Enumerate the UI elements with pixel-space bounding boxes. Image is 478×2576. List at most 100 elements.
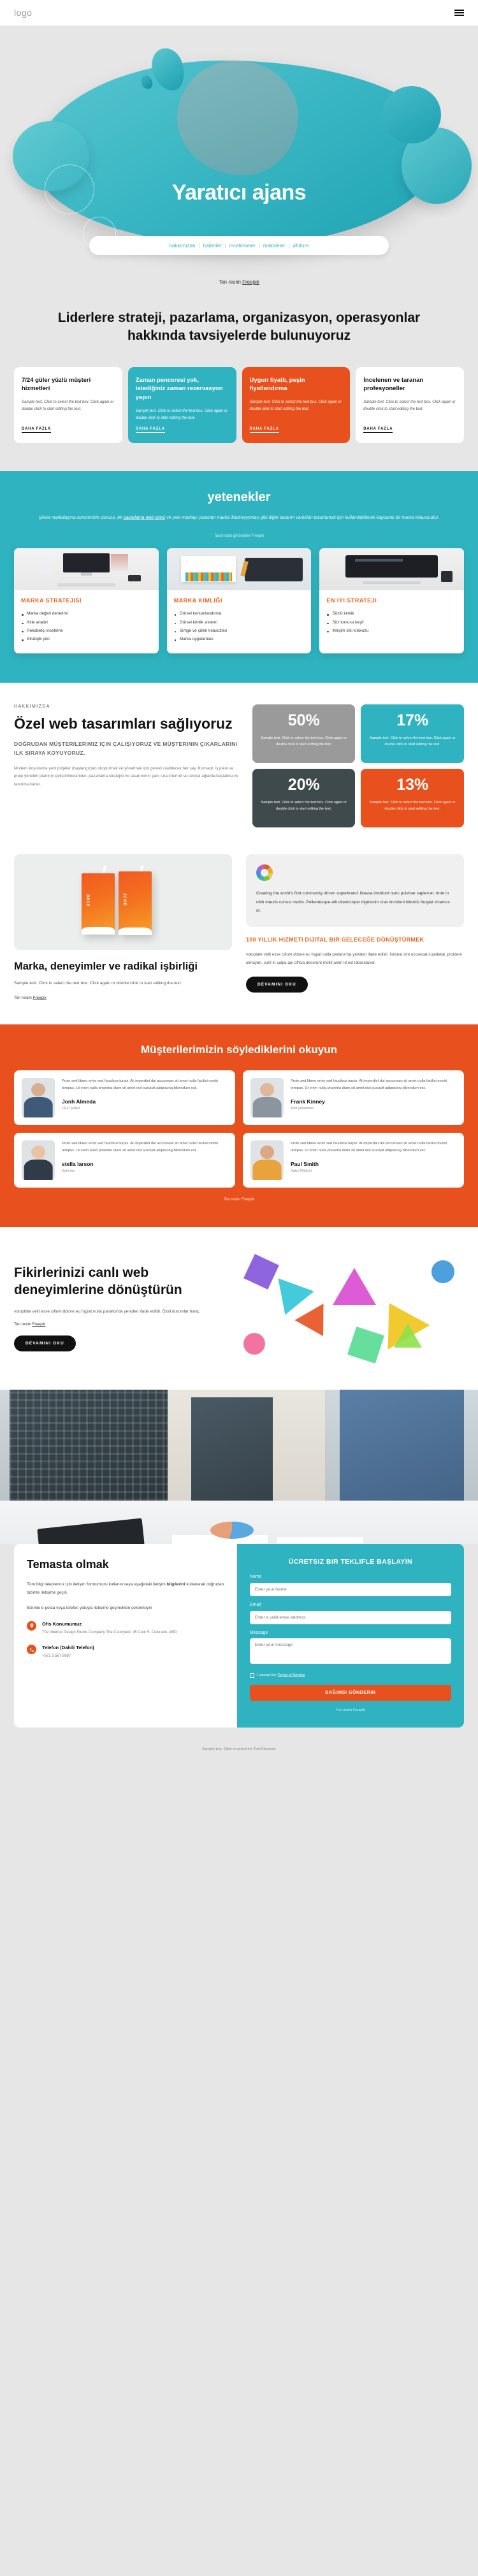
stat-text: Sample text. Click to select the text bo…	[261, 800, 347, 811]
ideas-read-more-button[interactable]: DEVAMINI OKU	[14, 1335, 76, 1351]
feature-card[interactable]: Zaman penceresi yok, istediğiniz zaman r…	[127, 367, 236, 444]
testimonial-name: Frank Kinney	[291, 1098, 325, 1105]
consent-text: I accept the Terms of Service	[257, 1673, 305, 1677]
brand-left-column: JUICE JUICE Marka, deneyimler ve radikal…	[14, 854, 232, 1000]
testimonial-card[interactable]: Proin sed libero enim sed faucibus turpi…	[14, 1132, 235, 1188]
bullet-item: Stratejik yön	[21, 635, 152, 643]
quote-form-panel: ÜCRETSIZ BIR TEKLIFLE BAŞLAYIN Name Emai…	[236, 1543, 464, 1728]
juice-pack: JUICE	[82, 873, 115, 935]
feature-card-more-link[interactable]: DAHA FAZLA	[249, 427, 279, 433]
office-location-block: Ofis Konumumuz The Internet Design Studi…	[27, 1620, 224, 1636]
feature-card-more-link[interactable]: DAHA FAZLA	[22, 427, 52, 433]
bullet-item: Söz konusu keşif	[326, 618, 457, 627]
skill-card-image	[14, 548, 159, 591]
credit-link[interactable]: Freepik	[33, 996, 46, 1000]
name-input[interactable]	[249, 1582, 451, 1596]
testimonial-quote: Proin sed libero enim sed faucibus turpi…	[291, 1141, 447, 1153]
nav-separator: |	[258, 242, 260, 249]
feature-card-more-link[interactable]: DAHA FAZLA	[363, 427, 393, 433]
hero-nav-hakkimizda[interactable]: hakkımızda	[169, 243, 195, 249]
testimonial-role: Satıcılar	[62, 1168, 75, 1173]
bullet-item: Görsel kimlik sistemi	[174, 618, 305, 627]
blob-right-small	[382, 86, 441, 143]
skills-description: Şirket markalaşma sürecimizin sonucu, bi…	[0, 514, 478, 523]
feature-card-title: Uygun fiyatlı, peşin fiyatlandırma	[249, 376, 305, 393]
brand-sample-text: Sample text. Click to select the text bo…	[14, 981, 182, 986]
brand-section: JUICE JUICE Marka, deneyimler ve radikal…	[0, 850, 478, 1024]
feature-card[interactable]: Uygun fiyatlı, peşin fiyatlandırma Sampl…	[242, 367, 351, 444]
ideas-section: Fikirlerinizi canlı web deneyimlerine dö…	[0, 1226, 478, 1390]
about-text-column: HAKKIMIZDA Özel web tasarımları sağlıyor…	[14, 704, 238, 827]
credit-prefix: Ten resim	[14, 1321, 33, 1327]
hero-section: Yaratıcı ajans hakkımızda | haberler | i…	[0, 25, 478, 274]
terms-link[interactable]: Terms of Service	[277, 1673, 305, 1677]
skills-desc-after: ve yeni markayı yansıtan marka illüstras…	[165, 516, 440, 521]
contact-p1-link[interactable]: bilgilerini	[167, 1582, 185, 1587]
skill-card-bullets: Görsel konumlandırma Görsel kimlik siste…	[174, 609, 305, 644]
hero-nav-makaleler[interactable]: makaleler	[263, 243, 286, 249]
testimonial-card[interactable]: Proin sed libero enim sed faucibus turpi…	[243, 1132, 464, 1188]
testimonial-name: Jonh Almeda	[62, 1098, 96, 1105]
consent-checkbox[interactable]	[249, 1673, 254, 1678]
bullet-item: Simge ve çizim kılavuzları	[174, 627, 305, 635]
feature-card-more-link[interactable]: DAHA FAZLA	[135, 427, 165, 433]
feature-card-title: 7/24 güler yüzlü müşteri hizmetleri	[22, 376, 91, 393]
hero-nav-incelemeler[interactable]: incelemeler	[229, 243, 256, 249]
skill-card-image	[166, 548, 312, 591]
email-field-group: Email	[249, 1603, 451, 1624]
shape-circle	[243, 1333, 266, 1355]
skill-card[interactable]: MARKA STRATEJISI Marka değeri denetimi K…	[14, 548, 159, 653]
hero-nav-haberler[interactable]: haberler	[203, 243, 221, 249]
shape-triangle	[332, 1267, 376, 1305]
consent-row[interactable]: I accept the Terms of Service	[249, 1673, 451, 1678]
hamburger-menu-icon[interactable]	[454, 10, 464, 16]
office-address: The Internet Design Studio Company The C…	[42, 1630, 177, 1634]
bullet-item: Kitle analizi	[21, 618, 152, 627]
hero-nav-future[interactable]: #future	[293, 243, 309, 249]
testimonials-section: Müşterilerimizin söylediklerini okuyun P…	[0, 1024, 478, 1227]
feature-card[interactable]: İncelenen ve taranan profesyoneller Samp…	[356, 367, 464, 444]
intro-heading: Liderlere strateji, pazarlama, organizas…	[57, 310, 421, 344]
skills-desc-before: Şirket markalaşma sürecimizin sonucu, bi…	[38, 516, 124, 521]
stat-card: 17% Sample text. Click to select the tex…	[361, 704, 464, 763]
testimonial-quote: Proin sed libero enim sed faucibus turpi…	[291, 1079, 447, 1091]
credit-link[interactable]: Freepik	[242, 279, 259, 285]
landing-page: logo Yaratıcı ajans hakkımızda | haberle…	[0, 0, 478, 1762]
site-header: logo	[0, 0, 478, 25]
office-title: Ofis Konumumuz	[42, 1620, 82, 1627]
nav-separator: |	[198, 242, 200, 249]
skill-card[interactable]: EN IYI STRATEJI Sözlü kimlik Söz konusu …	[319, 548, 465, 653]
message-label: Message	[249, 1630, 268, 1635]
submit-button[interactable]: BAĞIMSI GÖNDERIN	[249, 1684, 451, 1701]
feature-cards-row: 7/24 güler yüzlü müşteri hizmetleri Samp…	[0, 350, 478, 472]
brand-grey-paragraph: Creating the world's first community dri…	[256, 891, 450, 913]
stat-text: Sample text. Click to select the text bo…	[369, 800, 456, 811]
stat-text: Sample text. Click to select the text bo…	[261, 736, 347, 747]
ideas-image-credit: Ten resim Freepik	[14, 1322, 218, 1327]
stat-card: 50% Sample text. Click to select the tex…	[252, 704, 356, 763]
phone-value[interactable]: +972 3 567 8987	[42, 1653, 94, 1660]
testimonial-quote: Proin sed libero enim sed faucibus turpi…	[62, 1141, 218, 1153]
testimonial-role: CEO Şirket	[62, 1106, 80, 1110]
brand-sub-paragraph: voluptate velit esse cillum dolore eu fu…	[246, 952, 462, 965]
credit-link[interactable]: Freepik	[33, 1322, 46, 1327]
skills-desc-link[interactable]: pazarlama web sitesi	[124, 516, 165, 520]
site-logo[interactable]: logo	[14, 8, 32, 18]
about-kicker: HAKKIMIZDA	[14, 704, 50, 709]
feature-card[interactable]: 7/24 güler yüzlü müşteri hizmetleri Samp…	[14, 367, 122, 444]
avatar	[22, 1077, 55, 1117]
avatar	[22, 1140, 55, 1180]
testimonial-quote: Proin sed libero enim sed faucibus turpi…	[62, 1079, 218, 1091]
shape-circle	[431, 1260, 455, 1284]
email-input[interactable]	[249, 1610, 451, 1624]
skill-card-bullets: Sözlü kimlik Söz konusu keşif İletişim s…	[326, 609, 457, 635]
bullet-item: Sözlü kimlik	[326, 609, 457, 618]
testimonial-card[interactable]: Proin sed libero enim sed faucibus turpi…	[243, 1070, 464, 1125]
skill-card[interactable]: MARKA KIMLIĞI Görsel konumlandırma Görse…	[166, 548, 312, 653]
testimonial-card[interactable]: Proin sed libero enim sed faucibus turpi…	[14, 1070, 235, 1125]
brand-info-box: Creating the world's first community dri…	[246, 854, 464, 928]
juice-label: JUICE	[122, 893, 127, 906]
read-more-button[interactable]: DEVAMINI OKU	[246, 976, 308, 993]
message-input[interactable]	[249, 1638, 451, 1664]
about-subheading: DOĞRUDAN MÜŞTERILERIMIZ IÇIN ÇALIŞIYORUZ…	[14, 741, 238, 757]
